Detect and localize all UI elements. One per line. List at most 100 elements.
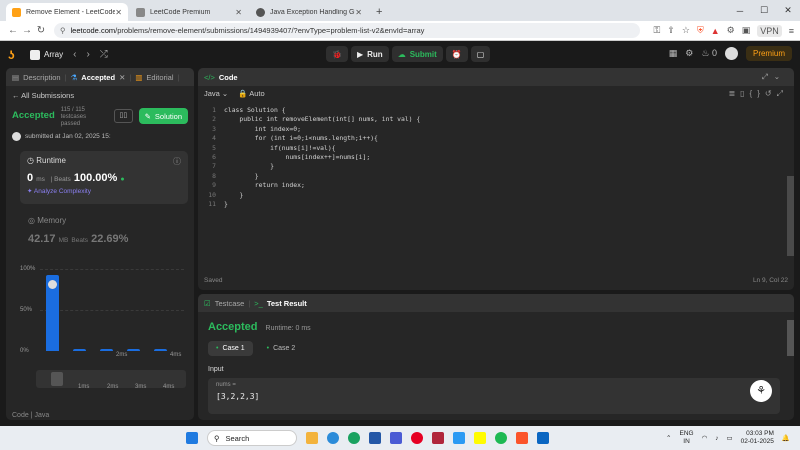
windows-start-icon[interactable] [186,432,198,444]
layout-icon[interactable]: ▦ [669,48,678,59]
new-tab-button[interactable]: + [376,6,382,18]
close-window-button[interactable]: ✕ [776,5,800,16]
solution-button[interactable]: ✎ Solution [138,108,188,124]
browser-tab-premium[interactable]: LeetCode Premium ✕ [130,3,248,21]
code-line[interactable]: 7 } [202,162,420,171]
close-tab-icon[interactable]: ✕ [235,8,242,17]
timer-button[interactable]: ⏰ [445,46,468,62]
prev-next-shuffle-icons[interactable]: ‹›⤮ [73,49,118,60]
linkedin-icon[interactable] [537,432,549,444]
wifi-icon[interactable]: ◠ [702,434,708,442]
code-line[interactable]: 2 public int removeElement(int[] nums, i… [202,115,420,124]
streak-points[interactable]: ♨ 0 [701,48,717,59]
chrome-icon[interactable] [348,432,360,444]
run-button[interactable]: ▶ Run [350,46,389,62]
vscode-icon[interactable] [453,432,465,444]
tab-description[interactable]: Description [23,73,61,82]
premium-button[interactable]: Premium [745,46,792,61]
alert-icon[interactable]: ▲ [711,26,720,36]
panel-expand-icons[interactable]: ⤢⌄ [762,72,786,82]
minimize-button[interactable]: ─ [728,6,752,16]
code-line[interactable]: 11} [202,200,420,209]
browser-tab-remove-element[interactable]: Remove Element - LeetCode ✕ [6,3,128,21]
url-field[interactable]: ⚲ leetcode.com /problems/remove-element/… [54,23,641,38]
memory-stat[interactable]: 42.17 MB Beats 22.69% [28,233,194,245]
maximize-button[interactable]: ☐ [752,5,776,16]
submit-button[interactable]: ☁ Submit [391,46,443,62]
code-line[interactable]: 5 if(nums[i]!=val){ [202,144,420,153]
close-tab-icon[interactable]: ✕ [355,8,362,17]
tab-test-result[interactable]: Test Result [267,299,307,308]
code-line[interactable]: 4 for (int i=0;i<nums.length;i++){ [202,134,420,143]
language-indicator[interactable]: ENG IN [679,430,693,446]
avatar[interactable] [724,47,738,60]
analyze-complexity-link[interactable]: ✦ Analyze Complexity [27,187,181,195]
extension-icon[interactable]: ⚙ [727,25,735,36]
leetcode-assistant-button[interactable]: ⚘ [750,380,772,402]
editor-toolbar-icons[interactable]: ≣▯{}↺⤢ [728,89,788,99]
code-line[interactable]: 1 class Solution { [202,106,420,115]
share-icon[interactable]: ⇪ [667,25,675,36]
wallet-icon[interactable]: ▣ [742,25,751,36]
auto-mode[interactable]: 🔒 Auto [238,89,264,98]
problem-list-button[interactable]: Array [30,49,63,60]
brave-shield-icon[interactable]: ⛨ [697,25,704,36]
teams-icon[interactable] [390,432,402,444]
close-tab-icon[interactable]: ✕ [119,73,125,82]
vpn-button[interactable]: VPN [757,24,782,37]
windows-taskbar: ⚲ Search ⌃ ENG IN ◠ ♪ ▭ 03:03 PM 02-01-2025… [0,426,800,450]
code-line[interactable]: 3 int index=0; [202,125,420,134]
code-tab[interactable]: Code [219,73,238,82]
code-line[interactable]: 8 } [202,172,420,181]
tab-editorial[interactable]: Editorial [146,73,173,82]
store-icon[interactable] [369,432,381,444]
code-line[interactable]: 6 nums[index++]=nums[i]; [202,153,420,162]
scrollbar[interactable] [787,176,794,256]
leetcode-logo-icon[interactable]: ʖ [8,49,20,61]
file-explorer-icon[interactable] [306,432,318,444]
bookmark-icon[interactable]: ☆ [682,25,690,36]
chart-bar[interactable] [154,349,167,351]
spotify-icon[interactable] [495,432,507,444]
site-info-icon[interactable]: ⚲ [60,26,66,35]
chart-bar[interactable] [100,349,113,351]
reload-icon[interactable]: ↻ [34,25,48,36]
runtime-card[interactable]: ◷ Runtime ⓘ 0 ms | Beats 100.00% ● ✦ Ana… [20,151,188,204]
settings-icon[interactable]: ⚙ [685,48,693,59]
scrollbar[interactable] [787,320,794,356]
editorial-book-button[interactable]: ▯▯ [114,109,133,123]
notes-button[interactable]: ▢ [470,46,491,62]
battery-icon[interactable]: ▭ [727,434,733,442]
edge-icon[interactable] [327,432,339,444]
forward-icon[interactable]: → [20,25,34,36]
key-icon[interactable]: ⚿ [653,25,660,36]
chart-bar[interactable] [127,349,140,351]
chart-bar[interactable] [46,274,59,351]
case-1-tab[interactable]: • Case 1 [208,341,253,356]
language-select[interactable]: Java ⌄ [204,89,228,98]
tab-testcase[interactable]: Testcase [215,299,245,308]
code-lines[interactable]: 1 class Solution {2 public int removeElem… [202,106,420,209]
menu-icon[interactable]: ≡ [789,26,794,36]
tab-accepted[interactable]: Accepted [81,73,115,82]
pinterest-icon[interactable] [411,432,423,444]
brave-icon[interactable] [516,432,528,444]
intellij-icon[interactable] [432,432,444,444]
volume-icon[interactable]: ♪ [715,435,718,442]
case-2-tab[interactable]: • Case 2 [259,341,304,356]
browser-tab-java-guide[interactable]: Java Exception Handling Guide ✕ [250,3,368,21]
back-icon[interactable]: ← [6,25,20,36]
snapchat-icon[interactable] [474,432,486,444]
all-submissions-link[interactable]: ← All Submissions [6,86,194,105]
chevron-up-icon[interactable]: ⌃ [666,434,671,442]
clock[interactable]: 03:03 PM 02-01-2025 [741,430,774,446]
notifications-icon[interactable]: 🔔 [782,434,790,442]
code-line[interactable]: 10 } [202,191,420,200]
chart-bar[interactable] [73,349,86,351]
info-icon[interactable]: ⓘ [173,156,181,167]
close-tab-icon[interactable]: ✕ [115,8,122,17]
code-line[interactable]: 9 return index; [202,181,420,190]
debug-button[interactable]: 🐞 [326,46,348,62]
taskbar-search[interactable]: ⚲ Search [207,430,297,446]
brush-handle[interactable] [51,372,63,386]
